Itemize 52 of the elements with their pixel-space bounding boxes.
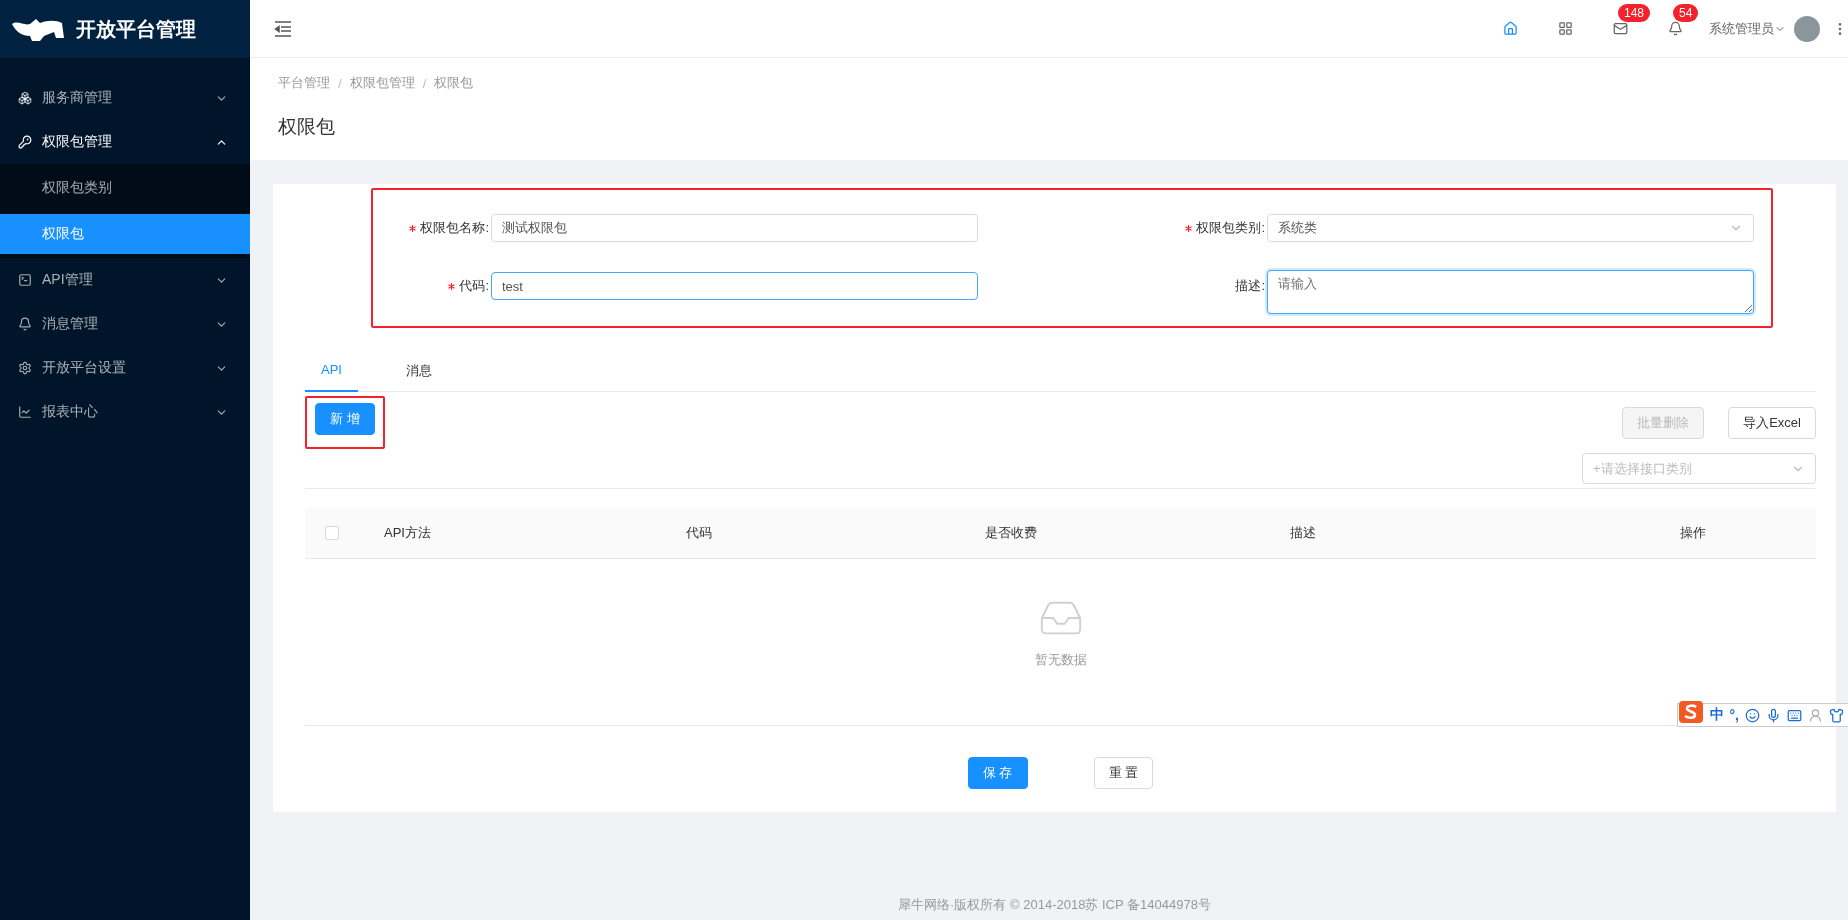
breadcrumb-separator: / [422,75,427,91]
menu-item-icon [18,135,32,149]
count-badge: 148 [1618,3,1651,22]
smile-icon[interactable] [1745,707,1760,723]
menu-item-icon [18,91,32,105]
avatar[interactable] [1794,15,1820,42]
menu-item-icon [18,361,32,375]
tab[interactable]: 消息 [389,350,448,392]
sidebar-item[interactable]: API管理 [0,258,250,302]
home-icon[interactable] [1503,21,1518,36]
ime-logo[interactable] [1677,700,1704,724]
reset-button[interactable]: 重 置 [1093,757,1154,789]
app-title: 开放平台管理 [76,16,196,42]
copyright-footer: 犀牛网络·版权所有 © 2014-2018苏 ICP 备14044978号 [273,896,1836,920]
grid-icon[interactable] [1558,21,1573,36]
field-label: 权限包类别: [1196,219,1265,237]
field-label: 代码: [459,277,489,295]
collapse-menu-icon[interactable] [274,20,292,37]
import-excel-button[interactable]: 导入Excel [1728,407,1816,439]
column-header: 操作 [1679,523,1707,542]
sidebar-item[interactable]: 消息管理 [0,302,250,346]
menu-item-icon [18,405,32,419]
ime-punctuation[interactable]: °, [1729,707,1739,723]
count-badge: 54 [1673,3,1699,22]
bell-icon[interactable] [1668,21,1683,36]
text-input[interactable]: test [491,272,978,300]
page-title: 权限包 [278,115,336,139]
empty-text: 暂无数据 [1034,651,1087,669]
column-header: 代码 [686,523,713,542]
breadcrumb-separator: / [338,75,342,91]
select-field[interactable]: 系统类 [1267,214,1754,242]
menu-item-icon [18,273,32,287]
ime-mode[interactable]: 中 [1709,706,1724,724]
column-header: 是否收费 [985,523,1038,542]
column-header: 描述 [1290,523,1317,542]
mail-icon[interactable] [1613,21,1628,36]
field-label: 权限包名称: [420,219,489,237]
menu-item-icon [18,317,32,331]
sidebar-item[interactable]: 服务商管理 [0,76,250,120]
sidebar-item[interactable]: 权限包管理 [0,120,250,164]
sidebar-item[interactable]: 开放平台设置 [0,346,250,390]
column-header: API方法 [384,523,432,542]
shirt-icon[interactable] [1829,707,1844,723]
keyboard-icon[interactable] [1787,707,1802,723]
user-name[interactable]: 系统管理员 [1709,19,1774,38]
submenu-item[interactable]: 权限包类别 [0,168,250,208]
microphone-icon[interactable] [1766,707,1781,723]
description-textarea[interactable]: 请输入 [1267,270,1754,314]
field-label: 描述: [1235,277,1265,295]
select-all-checkbox[interactable] [325,525,339,540]
text-input[interactable]: 测试权限包 [491,214,978,242]
sidebar-item[interactable]: 报表中心 [0,390,250,434]
